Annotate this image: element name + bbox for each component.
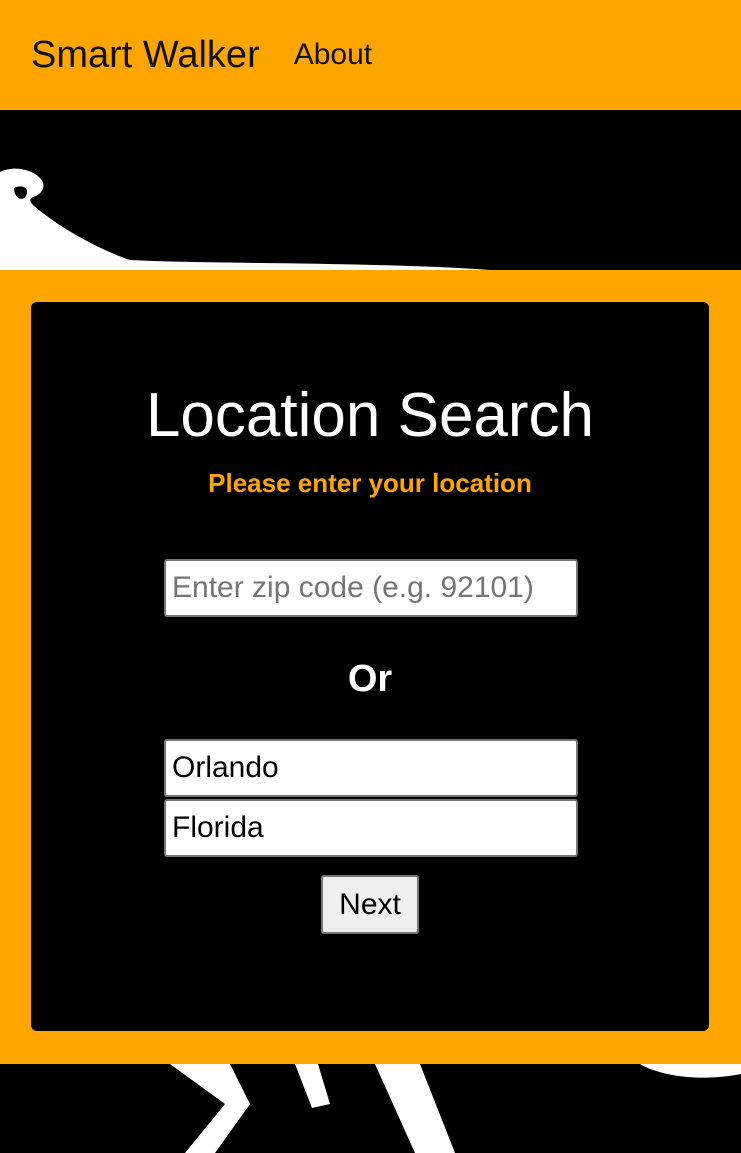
or-separator: Or bbox=[347, 658, 393, 700]
page-subtitle: Please enter your location bbox=[208, 468, 532, 498]
walker-legs-graphic bbox=[170, 1064, 741, 1153]
hero-image-top bbox=[0, 110, 741, 270]
next-button[interactable]: Next bbox=[321, 875, 419, 934]
state-input[interactable] bbox=[164, 799, 578, 857]
zip-code-input[interactable] bbox=[164, 559, 578, 617]
location-search-card: Location Search Please enter your locati… bbox=[31, 302, 709, 1031]
navbar: Smart Walker About bbox=[0, 0, 741, 110]
brand-link[interactable]: Smart Walker bbox=[31, 36, 260, 74]
walker-silhouette-graphic bbox=[0, 168, 490, 270]
nav-link-about[interactable]: About bbox=[294, 40, 372, 70]
page-title: Location Search bbox=[145, 381, 595, 450]
hero-image-bottom bbox=[0, 1064, 741, 1153]
city-input[interactable] bbox=[164, 739, 578, 797]
